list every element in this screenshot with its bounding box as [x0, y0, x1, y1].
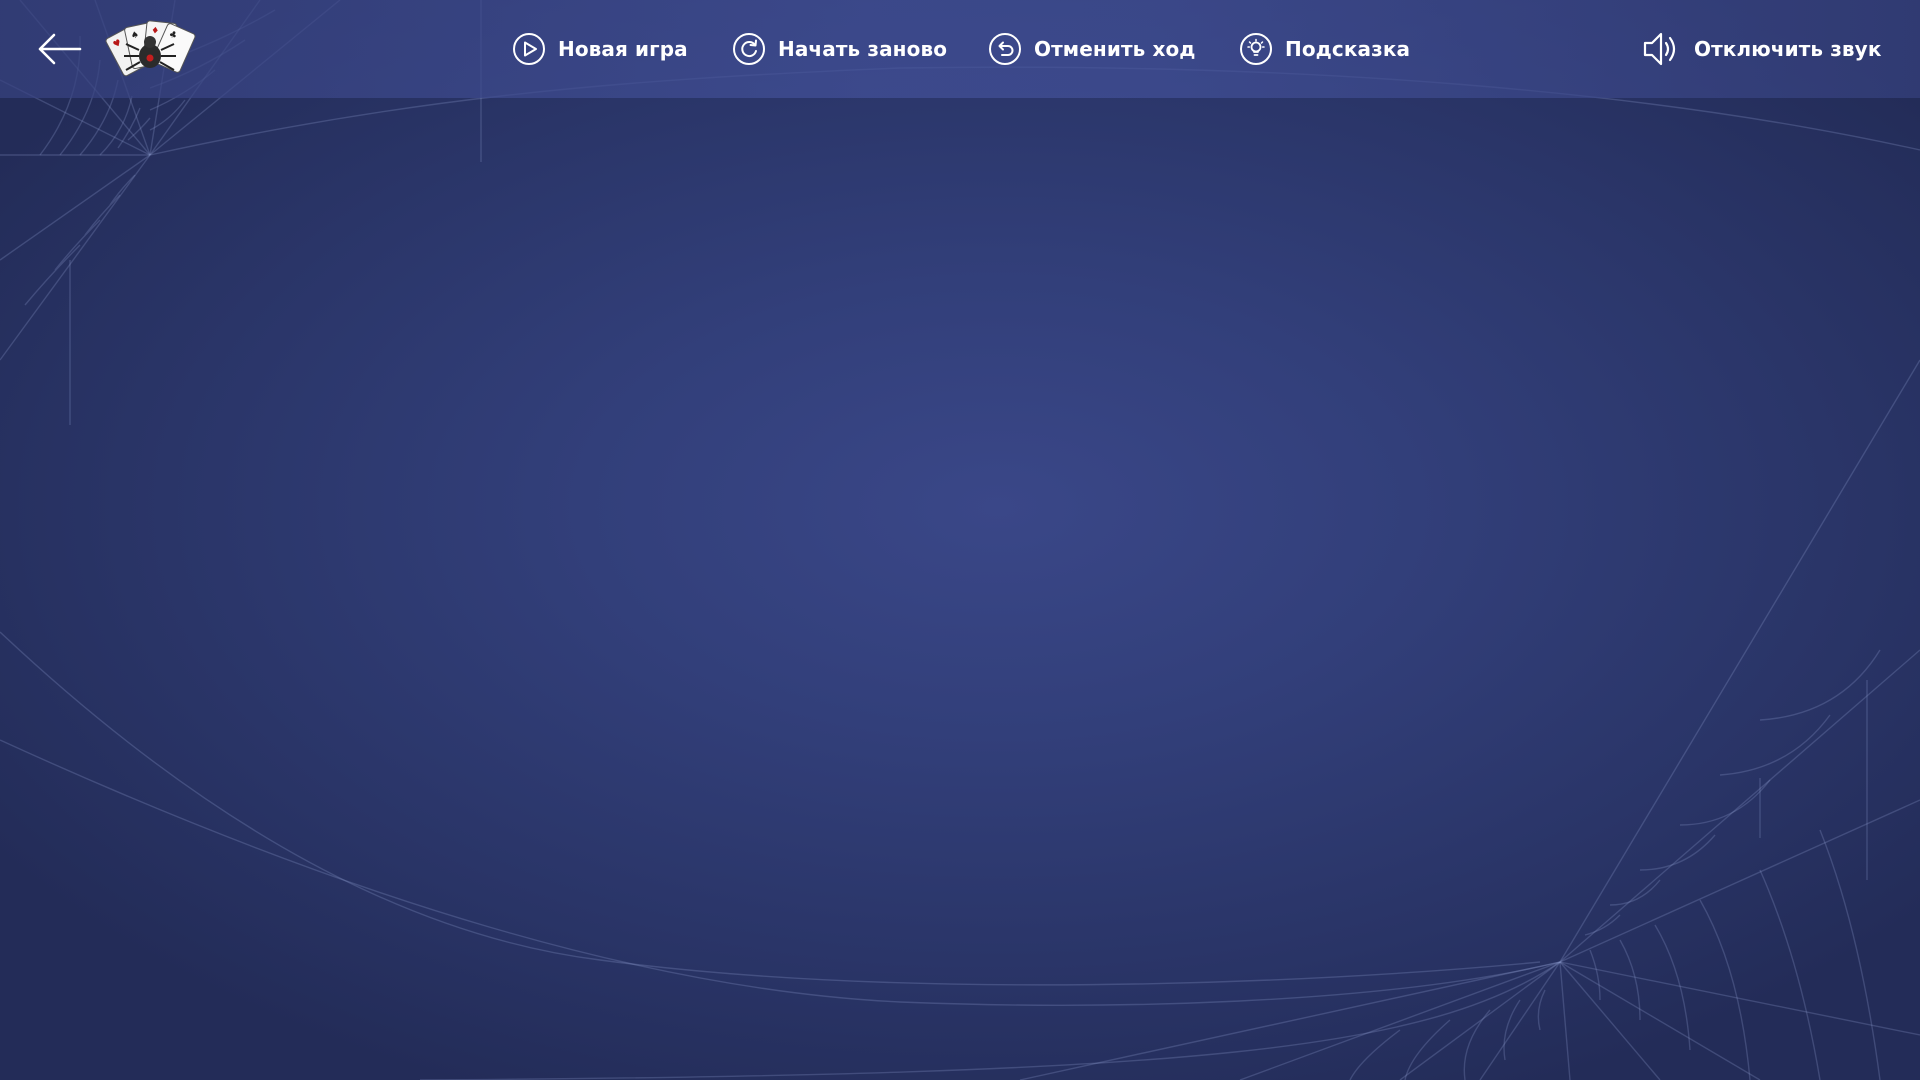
bottom-right-web — [0, 359, 1920, 1080]
refresh-circle-icon — [732, 32, 766, 66]
undo-button[interactable]: Отменить ход — [988, 0, 1196, 98]
undo-label: Отменить ход — [1034, 37, 1196, 61]
new-game-label: Новая игра — [558, 37, 688, 61]
spider-solitaire-logo: ♥ ♠ ♦ ♣ — [104, 14, 196, 84]
speaker-icon — [1642, 29, 1680, 69]
restart-button[interactable]: Начать заново — [732, 0, 947, 98]
undo-circle-icon — [988, 32, 1022, 66]
back-button[interactable] — [36, 0, 84, 98]
spider-web-decoration — [0, 0, 1920, 1080]
svg-text:♦: ♦ — [151, 26, 160, 37]
top-toolbar: ♥ ♠ ♦ ♣ Новая игра Начать заново Отменит… — [0, 0, 1920, 98]
new-game-button[interactable]: Новая игра — [512, 0, 688, 98]
hint-label: Подсказка — [1285, 37, 1411, 61]
lightbulb-circle-icon — [1239, 32, 1273, 66]
hint-button[interactable]: Подсказка — [1239, 0, 1410, 98]
game-background: ♥ ♠ ♦ ♣ Новая игра Начать заново Отменит… — [0, 0, 1920, 1080]
restart-label: Начать заново — [778, 37, 948, 61]
arrow-left-icon — [36, 31, 82, 67]
play-circle-icon — [512, 32, 546, 66]
mute-label: Отключить звук — [1694, 37, 1882, 61]
mute-button[interactable]: Отключить звук — [1642, 0, 1882, 98]
